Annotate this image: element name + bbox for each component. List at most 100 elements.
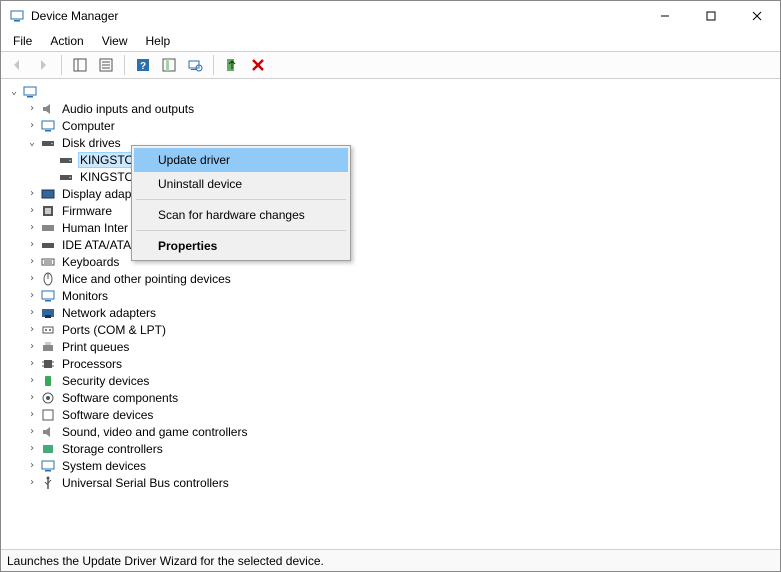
tree-root[interactable]: ⌄ xyxy=(7,83,778,100)
expand-icon[interactable]: › xyxy=(25,442,39,456)
expand-icon[interactable]: › xyxy=(25,459,39,473)
usb-icon xyxy=(40,475,56,491)
expand-icon[interactable]: › xyxy=(25,119,39,133)
ide-icon xyxy=(40,237,56,253)
help-button[interactable]: ? xyxy=(131,53,155,77)
expand-icon[interactable]: › xyxy=(25,425,39,439)
network-icon xyxy=(40,305,56,321)
svg-text:?: ? xyxy=(140,61,146,72)
tree-category-ports[interactable]: › Ports (COM & LPT) xyxy=(25,321,778,338)
device-manager-icon xyxy=(9,8,25,24)
uninstall-device-button[interactable] xyxy=(246,53,270,77)
tree-label: Security devices xyxy=(60,373,151,389)
expand-icon[interactable]: › xyxy=(25,306,39,320)
close-button[interactable] xyxy=(734,1,780,31)
mouse-icon xyxy=(40,271,56,287)
tree-label: Firmware xyxy=(60,203,114,219)
tree-view[interactable]: ⌄ › Audio inputs and outputs › Computer xyxy=(1,79,780,549)
tree-label: Keyboards xyxy=(60,254,121,270)
menu-file[interactable]: File xyxy=(5,32,40,50)
menu-help[interactable]: Help xyxy=(138,32,179,50)
port-icon xyxy=(40,322,56,338)
expand-icon[interactable]: › xyxy=(25,340,39,354)
update-driver-button[interactable] xyxy=(157,53,181,77)
security-icon xyxy=(40,373,56,389)
tree-category-network[interactable]: › Network adapters xyxy=(25,304,778,321)
menu-view[interactable]: View xyxy=(94,32,136,50)
tree-category-monitors[interactable]: › Monitors xyxy=(25,287,778,304)
toolbar-separator xyxy=(213,55,214,75)
tree-label: Print queues xyxy=(60,339,131,355)
tree-category-software-devices[interactable]: › Software devices xyxy=(25,406,778,423)
tree-category-audio[interactable]: › Audio inputs and outputs xyxy=(25,100,778,117)
collapse-icon[interactable]: ⌄ xyxy=(25,136,39,150)
scan-hardware-button[interactable] xyxy=(183,53,207,77)
enable-device-button[interactable] xyxy=(220,53,244,77)
back-button[interactable] xyxy=(5,53,29,77)
minimize-button[interactable] xyxy=(642,1,688,31)
tree-label: Monitors xyxy=(60,288,110,304)
context-menu-separator xyxy=(136,230,346,231)
tree-label: Mice and other pointing devices xyxy=(60,271,233,287)
expand-icon[interactable]: › xyxy=(25,187,39,201)
maximize-button[interactable] xyxy=(688,1,734,31)
firmware-icon xyxy=(40,203,56,219)
context-menu-properties[interactable]: Properties xyxy=(134,234,348,258)
tree-label: Software components xyxy=(60,390,180,406)
expand-icon[interactable]: › xyxy=(25,476,39,490)
disk-drive-icon xyxy=(58,169,74,185)
tree-label: Computer xyxy=(60,118,117,134)
expand-icon[interactable]: › xyxy=(25,102,39,116)
expand-icon[interactable]: › xyxy=(25,408,39,422)
context-menu-scan[interactable]: Scan for hardware changes xyxy=(134,203,348,227)
tree-label: Audio inputs and outputs xyxy=(60,101,196,117)
status-text: Launches the Update Driver Wizard for th… xyxy=(7,554,324,568)
show-hide-tree-button[interactable] xyxy=(68,53,92,77)
context-menu-uninstall[interactable]: Uninstall device xyxy=(134,172,348,196)
expand-icon[interactable]: › xyxy=(25,323,39,337)
tree-label: Processors xyxy=(60,356,124,372)
expand-icon[interactable]: › xyxy=(25,204,39,218)
tree-category-system[interactable]: › System devices xyxy=(25,457,778,474)
tree-category-processors[interactable]: › Processors xyxy=(25,355,778,372)
tree-label: KINGSTO xyxy=(78,169,136,185)
toolbar: ? xyxy=(1,51,780,79)
sound-icon xyxy=(40,424,56,440)
forward-button[interactable] xyxy=(31,53,55,77)
tree-category-software-components[interactable]: › Software components xyxy=(25,389,778,406)
hid-icon xyxy=(40,220,56,236)
expand-icon[interactable]: › xyxy=(25,374,39,388)
tree-category-print-queues[interactable]: › Print queues xyxy=(25,338,778,355)
system-icon xyxy=(40,458,56,474)
software-device-icon xyxy=(40,407,56,423)
context-menu: Update driver Uninstall device Scan for … xyxy=(131,145,351,261)
monitor-icon xyxy=(40,288,56,304)
expand-icon[interactable]: › xyxy=(25,255,39,269)
tree-category-storage[interactable]: › Storage controllers xyxy=(25,440,778,457)
expand-icon[interactable]: › xyxy=(25,272,39,286)
expand-icon[interactable]: › xyxy=(25,221,39,235)
tree-label: Storage controllers xyxy=(60,441,165,457)
properties-button[interactable] xyxy=(94,53,118,77)
expand-icon[interactable]: › xyxy=(25,238,39,252)
disk-drive-icon xyxy=(40,135,56,151)
expand-icon[interactable]: › xyxy=(25,391,39,405)
display-adapter-icon xyxy=(40,186,56,202)
tree-label: Disk drives xyxy=(60,135,123,151)
context-menu-update-driver[interactable]: Update driver xyxy=(134,148,348,172)
tree-label: IDE ATA/ATA xyxy=(60,237,133,253)
tree-category-computer[interactable]: › Computer xyxy=(25,117,778,134)
menu-bar: File Action View Help xyxy=(1,31,780,51)
tree-label: System devices xyxy=(60,458,148,474)
keyboard-icon xyxy=(40,254,56,270)
expand-icon[interactable]: › xyxy=(25,289,39,303)
tree-category-security[interactable]: › Security devices xyxy=(25,372,778,389)
tree-label: Human Inter xyxy=(60,220,130,236)
tree-category-usb[interactable]: › Universal Serial Bus controllers xyxy=(25,474,778,491)
collapse-icon[interactable]: ⌄ xyxy=(7,85,21,99)
computer-icon xyxy=(40,118,56,134)
expand-icon[interactable]: › xyxy=(25,357,39,371)
tree-category-mice[interactable]: › Mice and other pointing devices xyxy=(25,270,778,287)
menu-action[interactable]: Action xyxy=(42,32,91,50)
tree-category-sound[interactable]: › Sound, video and game controllers xyxy=(25,423,778,440)
